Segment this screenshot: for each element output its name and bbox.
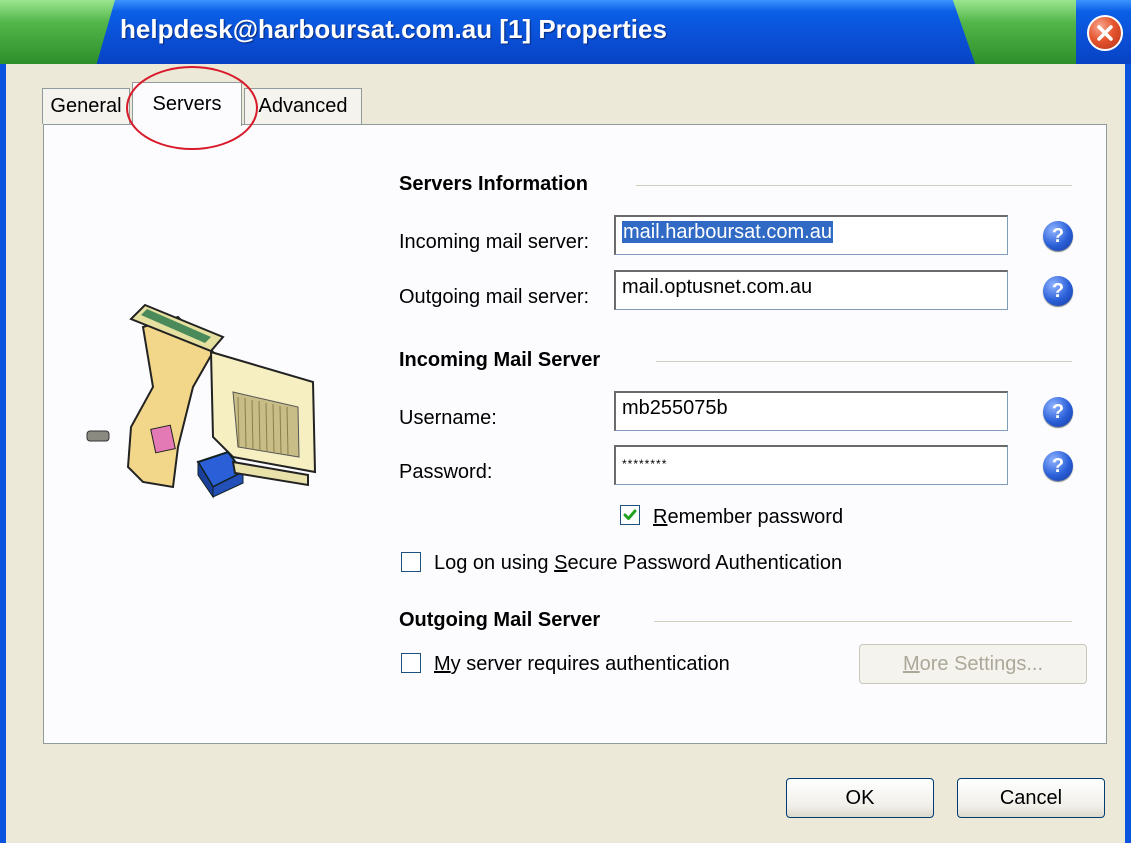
spa-label: Log on using Secure Password Authenticat…: [434, 552, 842, 575]
window-title: helpdesk@harboursat.com.au [1] Propertie…: [120, 14, 667, 44]
checkmark-icon: [623, 509, 637, 520]
cancel-button[interactable]: Cancel: [957, 778, 1105, 818]
title-bar-decoration-right: [952, 0, 1076, 64]
tab-general-label: General: [50, 95, 122, 117]
outgoing-mail-separator: [654, 621, 1072, 622]
servers-information-separator: [636, 185, 1072, 186]
help-question-icon[interactable]: ?: [1043, 221, 1073, 251]
tab-advanced[interactable]: Advanced: [244, 88, 362, 124]
servers-information-heading: Servers Information: [399, 173, 588, 195]
servers-tab-panel: Servers Information Incoming mail server…: [43, 124, 1107, 744]
remember-password-checkbox[interactable]: [620, 505, 640, 525]
title-bar[interactable]: helpdesk@harboursat.com.au [1] Propertie…: [0, 0, 1131, 64]
spa-accel: S: [554, 552, 568, 574]
spa-checkbox[interactable]: [401, 552, 421, 572]
mail-server-illustration: [86, 303, 317, 499]
close-icon: [1097, 25, 1113, 41]
username-input[interactable]: mb255075b: [614, 391, 1008, 431]
help-question-icon[interactable]: ?: [1043, 397, 1073, 427]
incoming-mail-separator: [656, 361, 1072, 362]
server-requires-auth-label: My server requires authentication: [434, 653, 730, 676]
password-label: Password:: [399, 461, 493, 483]
cancel-button-label: Cancel: [999, 786, 1063, 809]
password-value: ********: [622, 457, 668, 471]
more-settings-label: ore Settings...: [919, 652, 1044, 675]
password-input[interactable]: ********: [614, 445, 1008, 485]
more-settings-button[interactable]: More Settings...: [859, 644, 1087, 684]
highlight-circle-annotation: [126, 66, 258, 150]
tab-advanced-label: Advanced: [258, 95, 348, 117]
title-bar-decoration-left: [0, 0, 115, 64]
more-settings-accel: M: [902, 652, 920, 675]
ok-button-label: OK: [845, 786, 875, 809]
outgoing-server-value: mail.optusnet.com.au: [622, 276, 813, 298]
incoming-mail-server-heading: Incoming Mail Server: [399, 349, 601, 371]
ok-button[interactable]: OK: [786, 778, 934, 818]
server-requires-auth-text: y server requires authentication: [450, 653, 730, 675]
incoming-server-input[interactable]: mail.harboursat.com.au: [614, 215, 1008, 255]
username-value: mb255075b: [622, 397, 728, 419]
outgoing-mail-server-heading: Outgoing Mail Server: [399, 609, 601, 631]
incoming-server-value: mail.harboursat.com.au: [622, 221, 833, 243]
tab-general[interactable]: General: [42, 88, 130, 124]
server-requires-auth-accel: M: [434, 653, 451, 675]
outgoing-server-label: Outgoing mail server:: [399, 286, 590, 308]
incoming-server-label: Incoming mail server:: [399, 231, 590, 253]
outgoing-server-input[interactable]: mail.optusnet.com.au: [614, 270, 1008, 310]
username-label: Username:: [399, 407, 497, 429]
remember-password-accel: R: [653, 506, 668, 528]
remember-password-text: emember password: [667, 506, 844, 528]
server-requires-auth-checkbox[interactable]: [401, 653, 421, 673]
help-question-icon[interactable]: ?: [1043, 276, 1073, 306]
close-button[interactable]: [1087, 15, 1123, 51]
remember-password-label: Remember password: [653, 506, 843, 529]
spa-text-after: ecure Password Authentication: [567, 552, 843, 574]
properties-dialog: helpdesk@harboursat.com.au [1] Propertie…: [0, 0, 1131, 843]
spa-text-before: Log on using: [434, 552, 555, 574]
help-question-icon[interactable]: ?: [1043, 451, 1073, 481]
